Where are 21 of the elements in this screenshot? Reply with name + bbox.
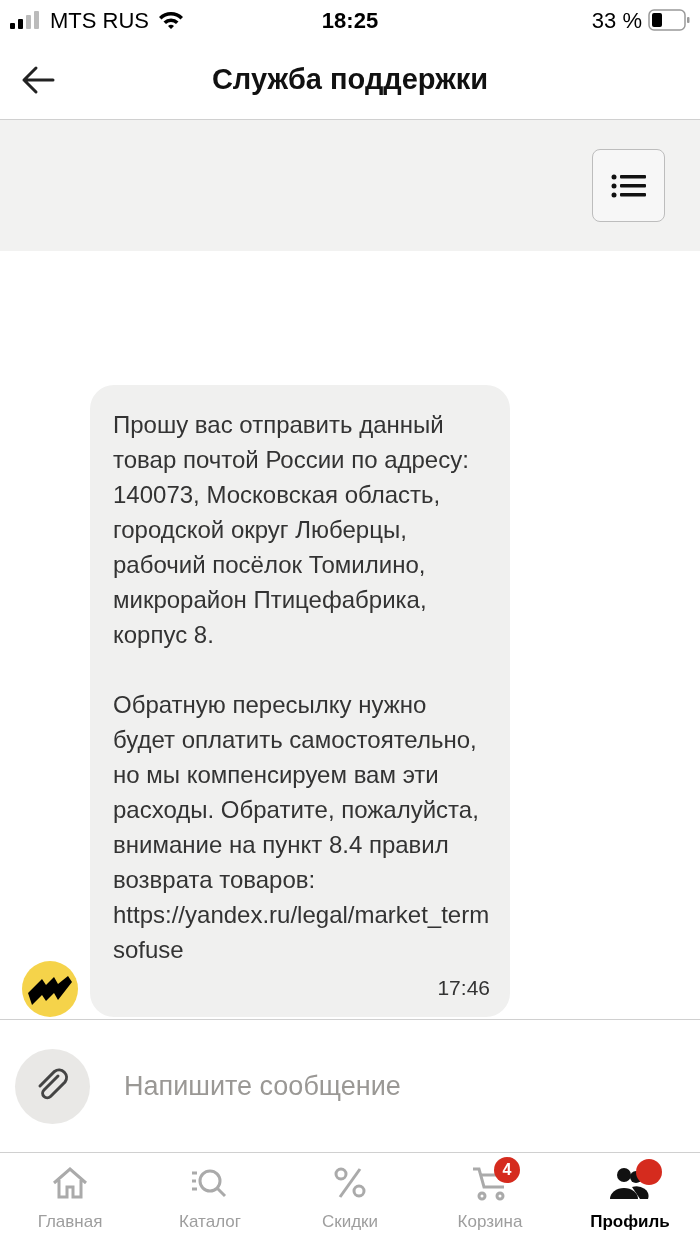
signal-icon: [10, 10, 42, 30]
count-badge: 4: [494, 1157, 520, 1183]
message-time: 17:46: [437, 974, 490, 1001]
message-text: Обратную пересылку нужно будет оплатить самостоятельно, но мы компенсируем вам эти расходы. Обратите, пожалуйста, внимание на пункт 8.4 правил возврата товаров: https://yandex.ru/legal/market_termsofuse: [113, 689, 490, 965]
avatar-logo: [22, 961, 78, 1017]
menu-button[interactable]: [592, 149, 665, 222]
page-title: Служба поддержки: [211, 61, 489, 97]
message-input[interactable]: Напишите сообщение: [124, 1065, 685, 1107]
nav-tab[interactable]: 4 Корзина: [420, 1153, 560, 1245]
carrier-name: MTS RUS: [50, 6, 149, 35]
wifi-icon: [157, 10, 185, 30]
nav-tab[interactable]: Профиль: [560, 1153, 700, 1245]
message-text: Прошу вас отправить данный товар почтой России по адресу: 140073, Московская область, городской округ Люберцы, рабочий посёлок Томилино, микрорайон Птицефабрика, корпус 8.: [113, 409, 470, 650]
nav-tab[interactable]: Каталог: [140, 1153, 280, 1245]
nav-tab[interactable]: Главная: [0, 1153, 140, 1245]
back-arrow-icon: [20, 65, 56, 95]
nav-tab[interactable]: Скидки: [280, 1153, 420, 1245]
status-time: 18:25: [321, 6, 379, 35]
battery-icon: [648, 9, 690, 31]
menu-icon: [610, 173, 647, 198]
battery-percent: 33 %: [591, 6, 642, 35]
